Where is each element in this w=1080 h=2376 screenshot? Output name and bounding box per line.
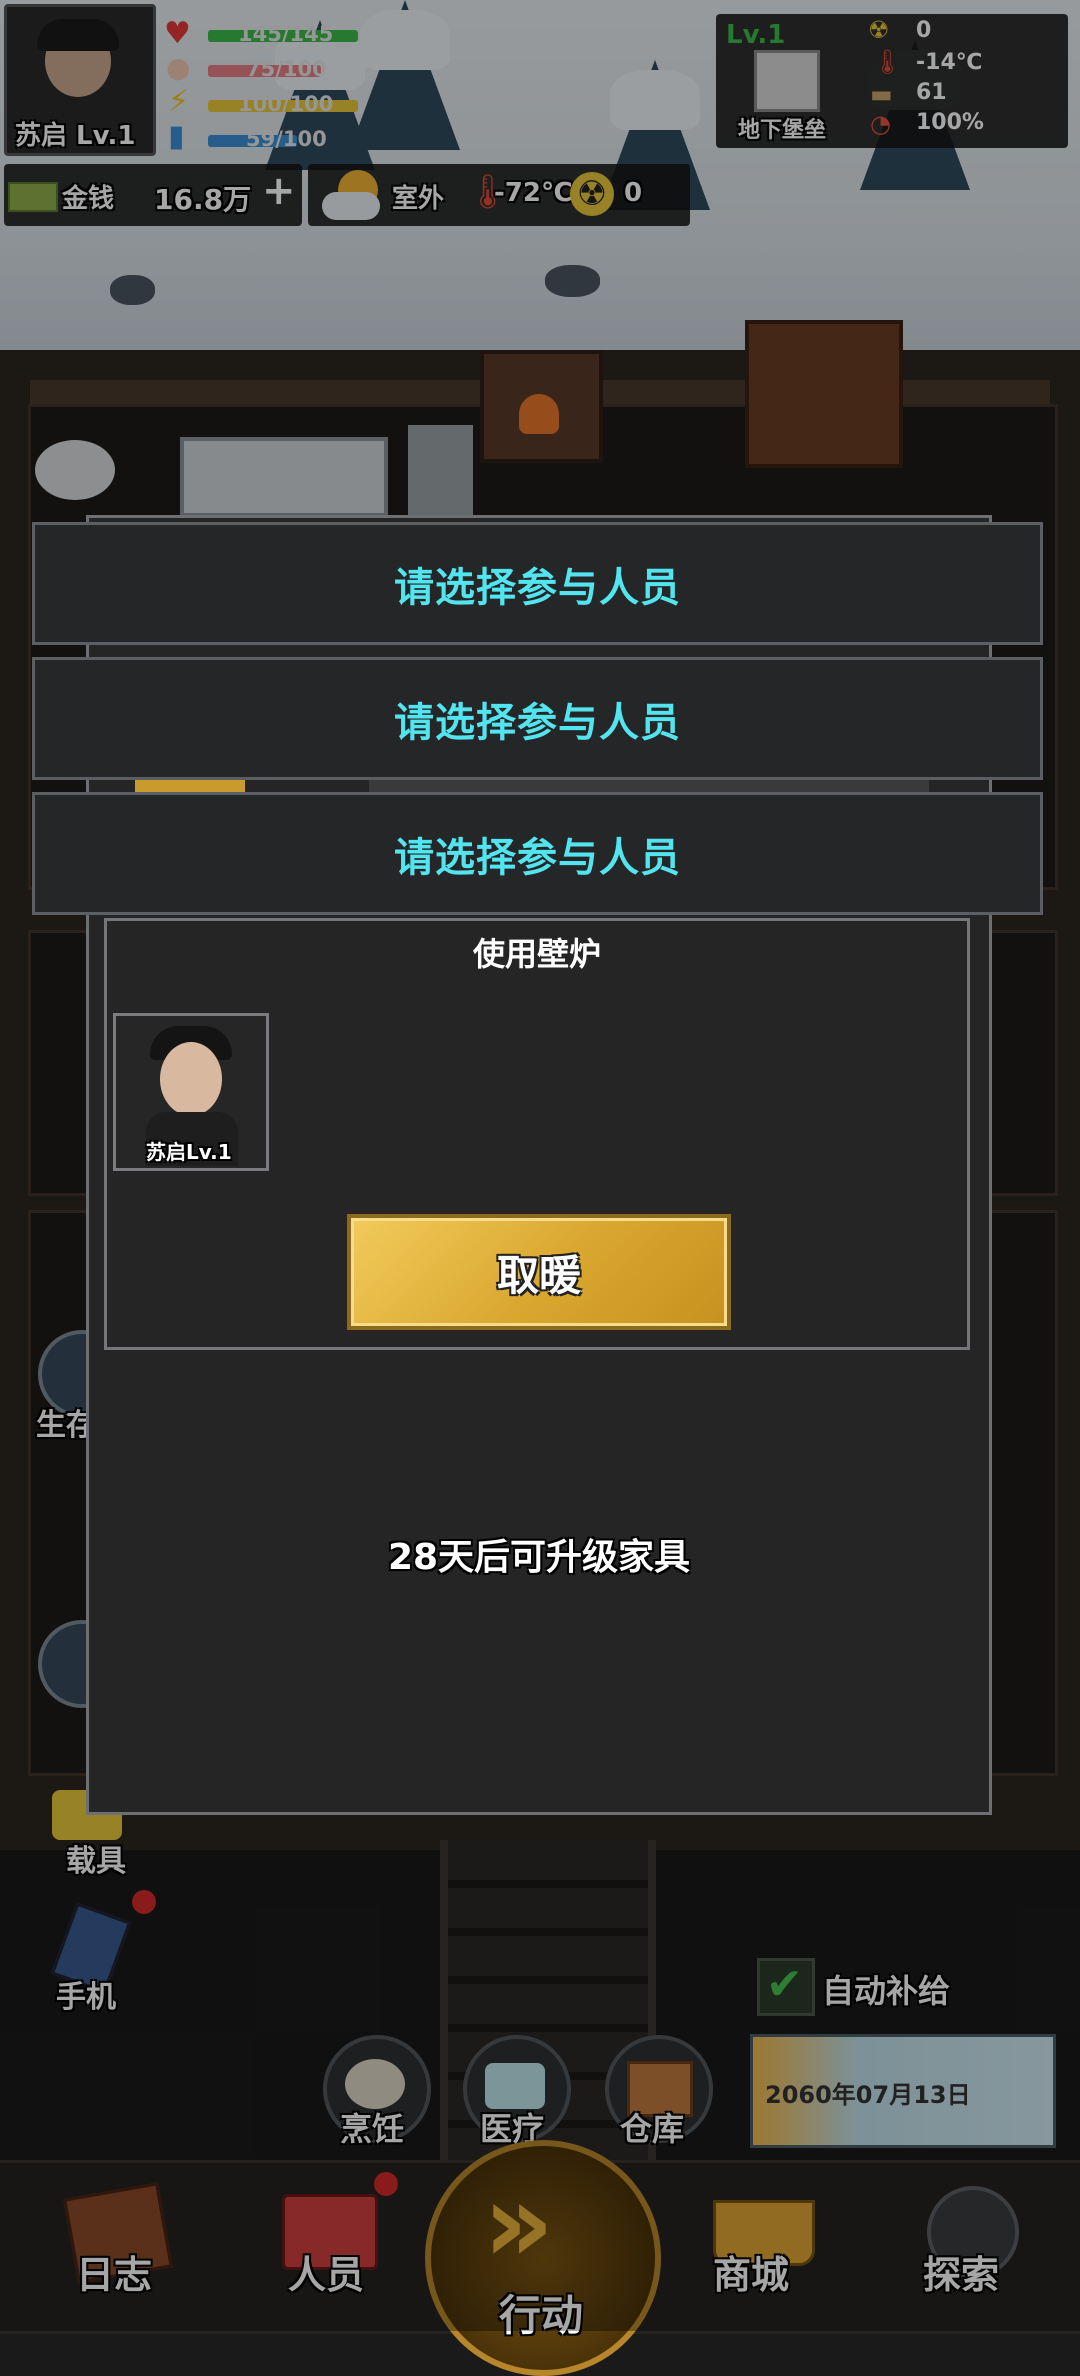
warm-up-button[interactable]: 取暖 bbox=[347, 1214, 731, 1330]
select-participant-banner[interactable]: 请选择参与人员 bbox=[32, 522, 1043, 645]
select-participant-banner[interactable]: 请选择参与人员 bbox=[32, 657, 1043, 780]
upgrade-note-wrap: 28天后可升级家具 bbox=[89, 1528, 989, 1580]
panel-title-wrap: 使用壁炉 bbox=[107, 929, 967, 975]
face-icon bbox=[160, 1042, 222, 1116]
banner-text: 请选择参与人员 bbox=[394, 699, 681, 746]
participant-name: 苏启Lv.1 bbox=[146, 1140, 232, 1164]
participant-slot[interactable]: 苏启Lv.1 bbox=[113, 1013, 269, 1171]
select-participant-banner[interactable]: 请选择参与人员 bbox=[32, 792, 1043, 915]
banner-text: 请选择参与人员 bbox=[394, 834, 681, 881]
upgrade-note: 28天后可升级家具 bbox=[387, 1537, 691, 1578]
warm-up-label: 取暖 bbox=[496, 1250, 581, 1300]
banner-text: 请选择参与人员 bbox=[394, 564, 681, 611]
panel-title: 使用壁炉 bbox=[472, 935, 601, 973]
